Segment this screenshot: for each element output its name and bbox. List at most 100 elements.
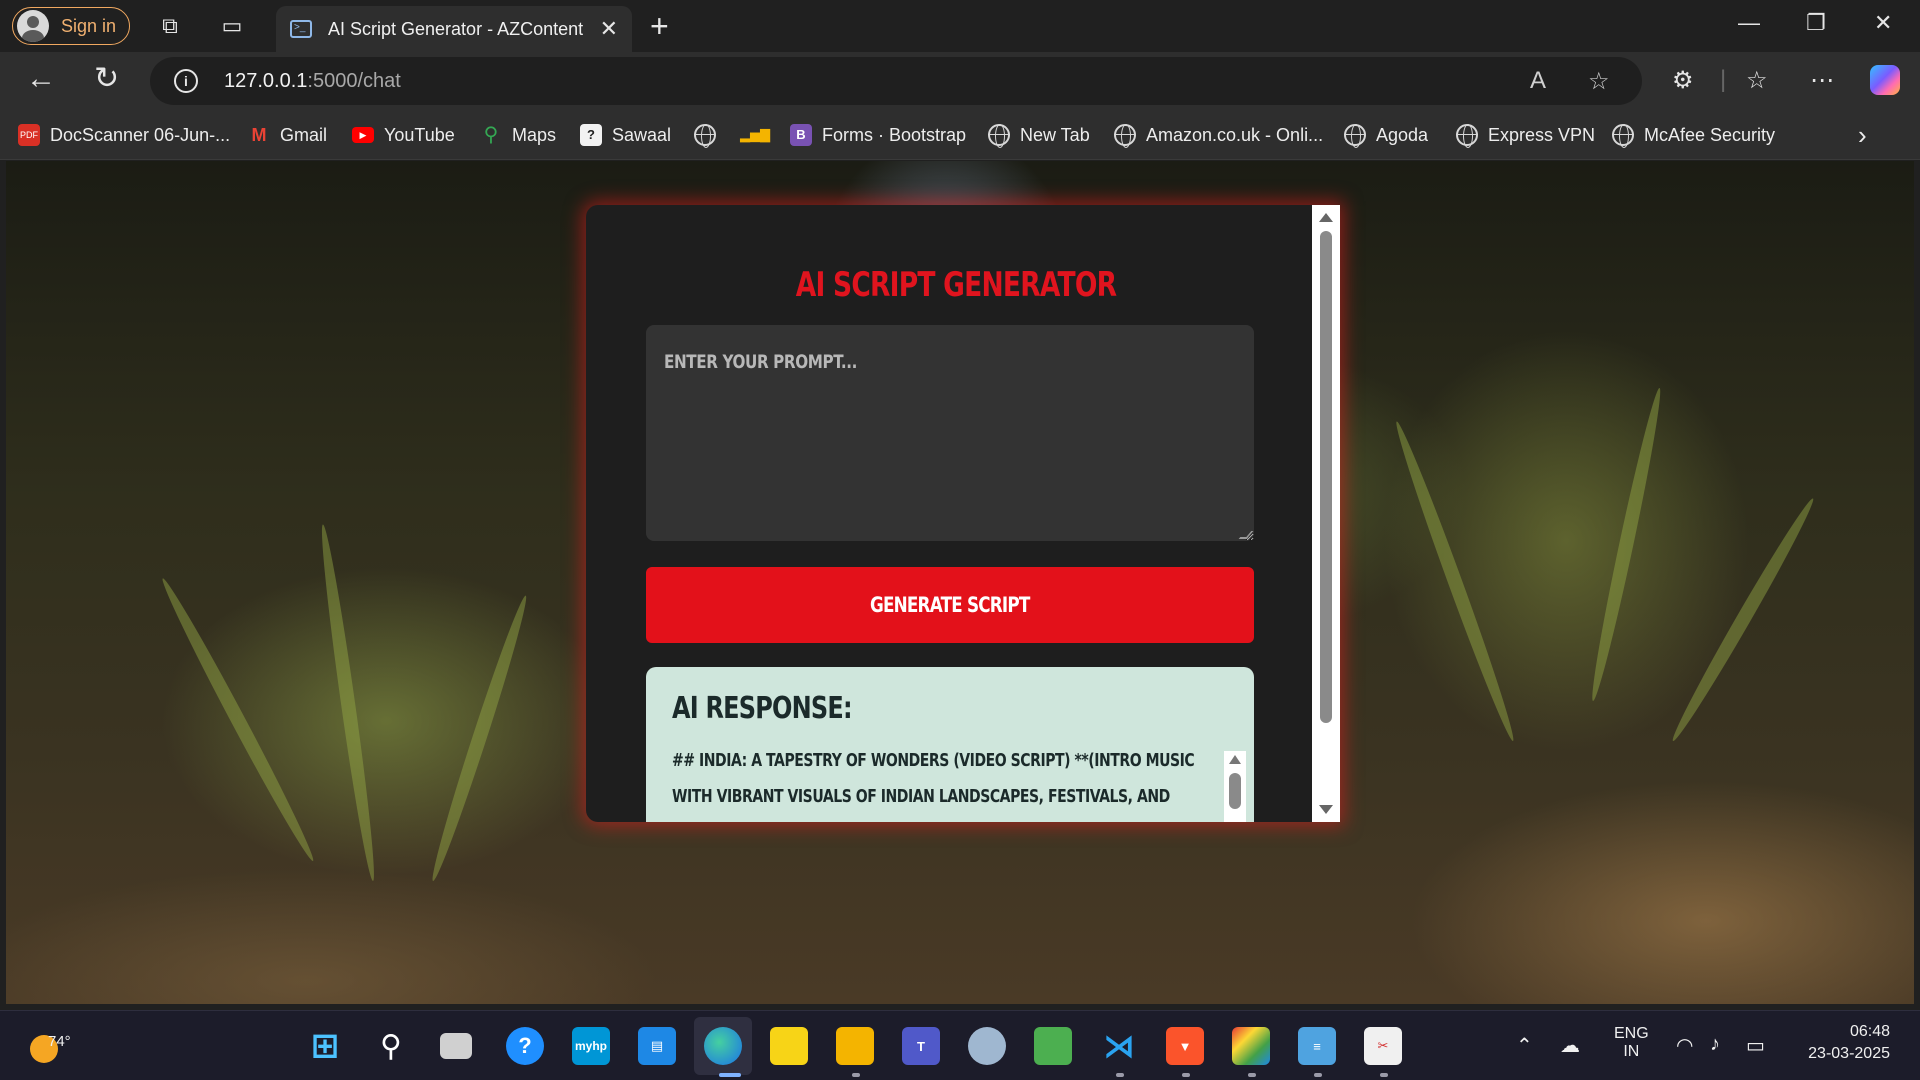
close-window-icon[interactable]: ✕ [1874, 10, 1892, 36]
brave-browser-icon[interactable]: ▼ [1166, 1027, 1204, 1065]
clock[interactable]: 06:48 23-03-2025 [1798, 1023, 1890, 1063]
help-icon[interactable]: ? [506, 1027, 544, 1065]
response-heading: AI RESPONSE: [672, 691, 853, 726]
close-tab-icon[interactable]: ✕ [600, 16, 618, 42]
bookmark-youtube[interactable]: ▶ YouTube [352, 123, 455, 147]
active-tab[interactable]: >_ AI Script Generator - AZContent ✕ [276, 6, 632, 52]
background-grass [426, 593, 533, 884]
copilot-icon[interactable] [1870, 65, 1900, 95]
snipping-tool-icon[interactable]: ✂ [1364, 1027, 1402, 1065]
bookmark-agoda[interactable]: Agoda [1344, 123, 1428, 148]
volume-icon[interactable]: ♪ [1710, 1033, 1720, 1056]
bookmarks-bar: PDF DocScanner 06-Jun-... M Gmail ▶ YouT… [0, 110, 1920, 160]
bookmark-new-tab[interactable]: New Tab [988, 123, 1090, 148]
show-hidden-icons-icon[interactable]: ⌃ [1516, 1033, 1533, 1058]
pdf-icon: PDF [18, 124, 40, 146]
sticky-notes-icon[interactable] [770, 1027, 808, 1065]
response-scroll-thumb[interactable] [1229, 773, 1241, 809]
page-title: AI SCRIPT GENERATOR [795, 265, 1117, 305]
globe-icon [1612, 124, 1634, 148]
response-scrollbar[interactable] [1224, 751, 1246, 822]
tab-title: AI Script Generator - AZContent [328, 18, 584, 39]
panel-scrollbar[interactable] [1312, 205, 1340, 822]
terminal-favicon-icon: >_ [290, 20, 312, 38]
bookmark-express-vpn[interactable]: Express VPN [1456, 123, 1595, 148]
bookmark-bootstrap[interactable]: B Forms · Bootstrap [790, 123, 966, 147]
running-indicator [852, 1073, 860, 1077]
prompt-input[interactable] [646, 325, 1254, 541]
bookmark-amazon[interactable]: Amazon.co.uk - Onli... [1114, 123, 1323, 148]
scroll-up-icon[interactable] [1229, 755, 1241, 764]
refresh-icon[interactable]: ↻ [94, 64, 119, 94]
generate-script-button[interactable]: GENERATE SCRIPT [646, 567, 1254, 643]
read-aloud-icon[interactable]: A [1530, 67, 1546, 95]
task-view-icon[interactable] [440, 1033, 472, 1059]
bookmarks-more-icon[interactable]: › [1858, 120, 1867, 150]
language-indicator[interactable]: ENG IN [1614, 1025, 1649, 1061]
favorites-icon[interactable]: ☆ [1746, 66, 1768, 95]
globe-icon [1456, 124, 1478, 148]
bookmark-gmail[interactable]: M Gmail [248, 123, 328, 147]
bookmark-sawaal[interactable]: ? Sawaal [580, 123, 671, 147]
maps-icon: ⚲ [483, 124, 499, 146]
wifi-icon[interactable]: ◠ [1676, 1033, 1693, 1058]
onedrive-icon[interactable]: ☁ [1560, 1033, 1580, 1058]
youtube-icon: ▶ [352, 127, 374, 143]
navigation-bar: ← ↻ i 127.0.0.1:5000/chat A ☆ ⚙ | ☆ ⋯ [0, 52, 1920, 110]
vscode-icon[interactable]: ⋊ [1100, 1027, 1138, 1065]
minimize-icon[interactable]: — [1738, 10, 1760, 36]
windows-start-icon[interactable]: ⊞ [306, 1027, 344, 1065]
running-indicator [1248, 1073, 1256, 1077]
git-icon[interactable] [1232, 1027, 1270, 1065]
background-grass [1666, 495, 1820, 745]
extensions-icon[interactable]: ⚙ [1672, 66, 1694, 95]
restore-icon[interactable]: ❐ [1806, 10, 1826, 36]
bookmark-chart[interactable]: ▂▅▇ [740, 123, 772, 147]
windows-taskbar: 74° ⊞ ⚲ ? myhp ▤ T ⋊ ▼ ≡ ✂ ⌃ ☁ ENG IN ◠ ♪… [0, 1010, 1920, 1080]
sign-in-button[interactable]: Sign in [12, 7, 130, 45]
bookmark-mcafee[interactable]: McAfee Security [1612, 123, 1775, 148]
clock-date: 23-03-2025 [1808, 1045, 1890, 1062]
myhp-icon[interactable]: myhp [572, 1027, 610, 1065]
edge-browser-icon[interactable] [704, 1027, 742, 1065]
weather-widget[interactable]: 74° [28, 1025, 71, 1065]
ai-response-box: AI RESPONSE: ## India: A Tapestry of Won… [646, 667, 1254, 822]
image-viewer-icon[interactable] [1034, 1027, 1072, 1065]
running-indicator-active [719, 1073, 741, 1077]
response-text[interactable]: ## India: A Tapestry of Wonders (Video S… [672, 743, 1212, 822]
weather-temperature: 74° [48, 1033, 71, 1050]
address-bar[interactable]: i 127.0.0.1:5000/chat A ☆ [150, 57, 1642, 105]
browser-title-bar: Sign in ⧉ ▭ >_ AI Script Generator - AZC… [0, 0, 1920, 52]
search-icon[interactable]: ⚲ [372, 1027, 410, 1065]
panel-scroll-thumb[interactable] [1320, 231, 1332, 723]
scroll-down-icon[interactable] [1319, 805, 1333, 814]
more-options-icon[interactable]: ⋯ [1810, 66, 1834, 95]
bookmark-docscanner[interactable]: PDF DocScanner 06-Jun-... [18, 123, 230, 147]
url-text[interactable]: 127.0.0.1:5000/chat [224, 70, 401, 93]
running-indicator [1182, 1073, 1190, 1077]
clock-time: 06:48 [1849, 1023, 1890, 1040]
file-explorer-icon[interactable] [836, 1027, 874, 1065]
scroll-up-icon[interactable] [1319, 213, 1333, 222]
globe-icon [1114, 124, 1136, 148]
running-indicator [1314, 1073, 1322, 1077]
database-icon[interactable] [968, 1027, 1006, 1065]
favorite-star-icon[interactable]: ☆ [1588, 67, 1610, 96]
background-grass [1586, 386, 1667, 703]
back-icon[interactable]: ← [26, 64, 56, 94]
new-tab-icon[interactable]: + [650, 8, 669, 45]
site-info-icon[interactable]: i [174, 69, 198, 93]
tab-actions-icon[interactable]: ▭ [218, 12, 246, 40]
workspaces-icon[interactable]: ⧉ [156, 12, 184, 40]
sign-in-label: Sign in [61, 15, 117, 36]
bookmark-maps[interactable]: ⚲ Maps [480, 123, 556, 147]
bookmark-globe[interactable] [694, 123, 726, 148]
store-icon[interactable]: ▤ [638, 1027, 676, 1065]
running-indicator [1116, 1073, 1124, 1077]
gmail-icon: M [251, 125, 267, 145]
battery-icon[interactable]: ▭ [1746, 1033, 1765, 1058]
background-grass [156, 575, 320, 865]
teams-icon[interactable]: T [902, 1027, 940, 1065]
toolbar-divider: | [1720, 66, 1727, 93]
notepad-icon[interactable]: ≡ [1298, 1027, 1336, 1065]
